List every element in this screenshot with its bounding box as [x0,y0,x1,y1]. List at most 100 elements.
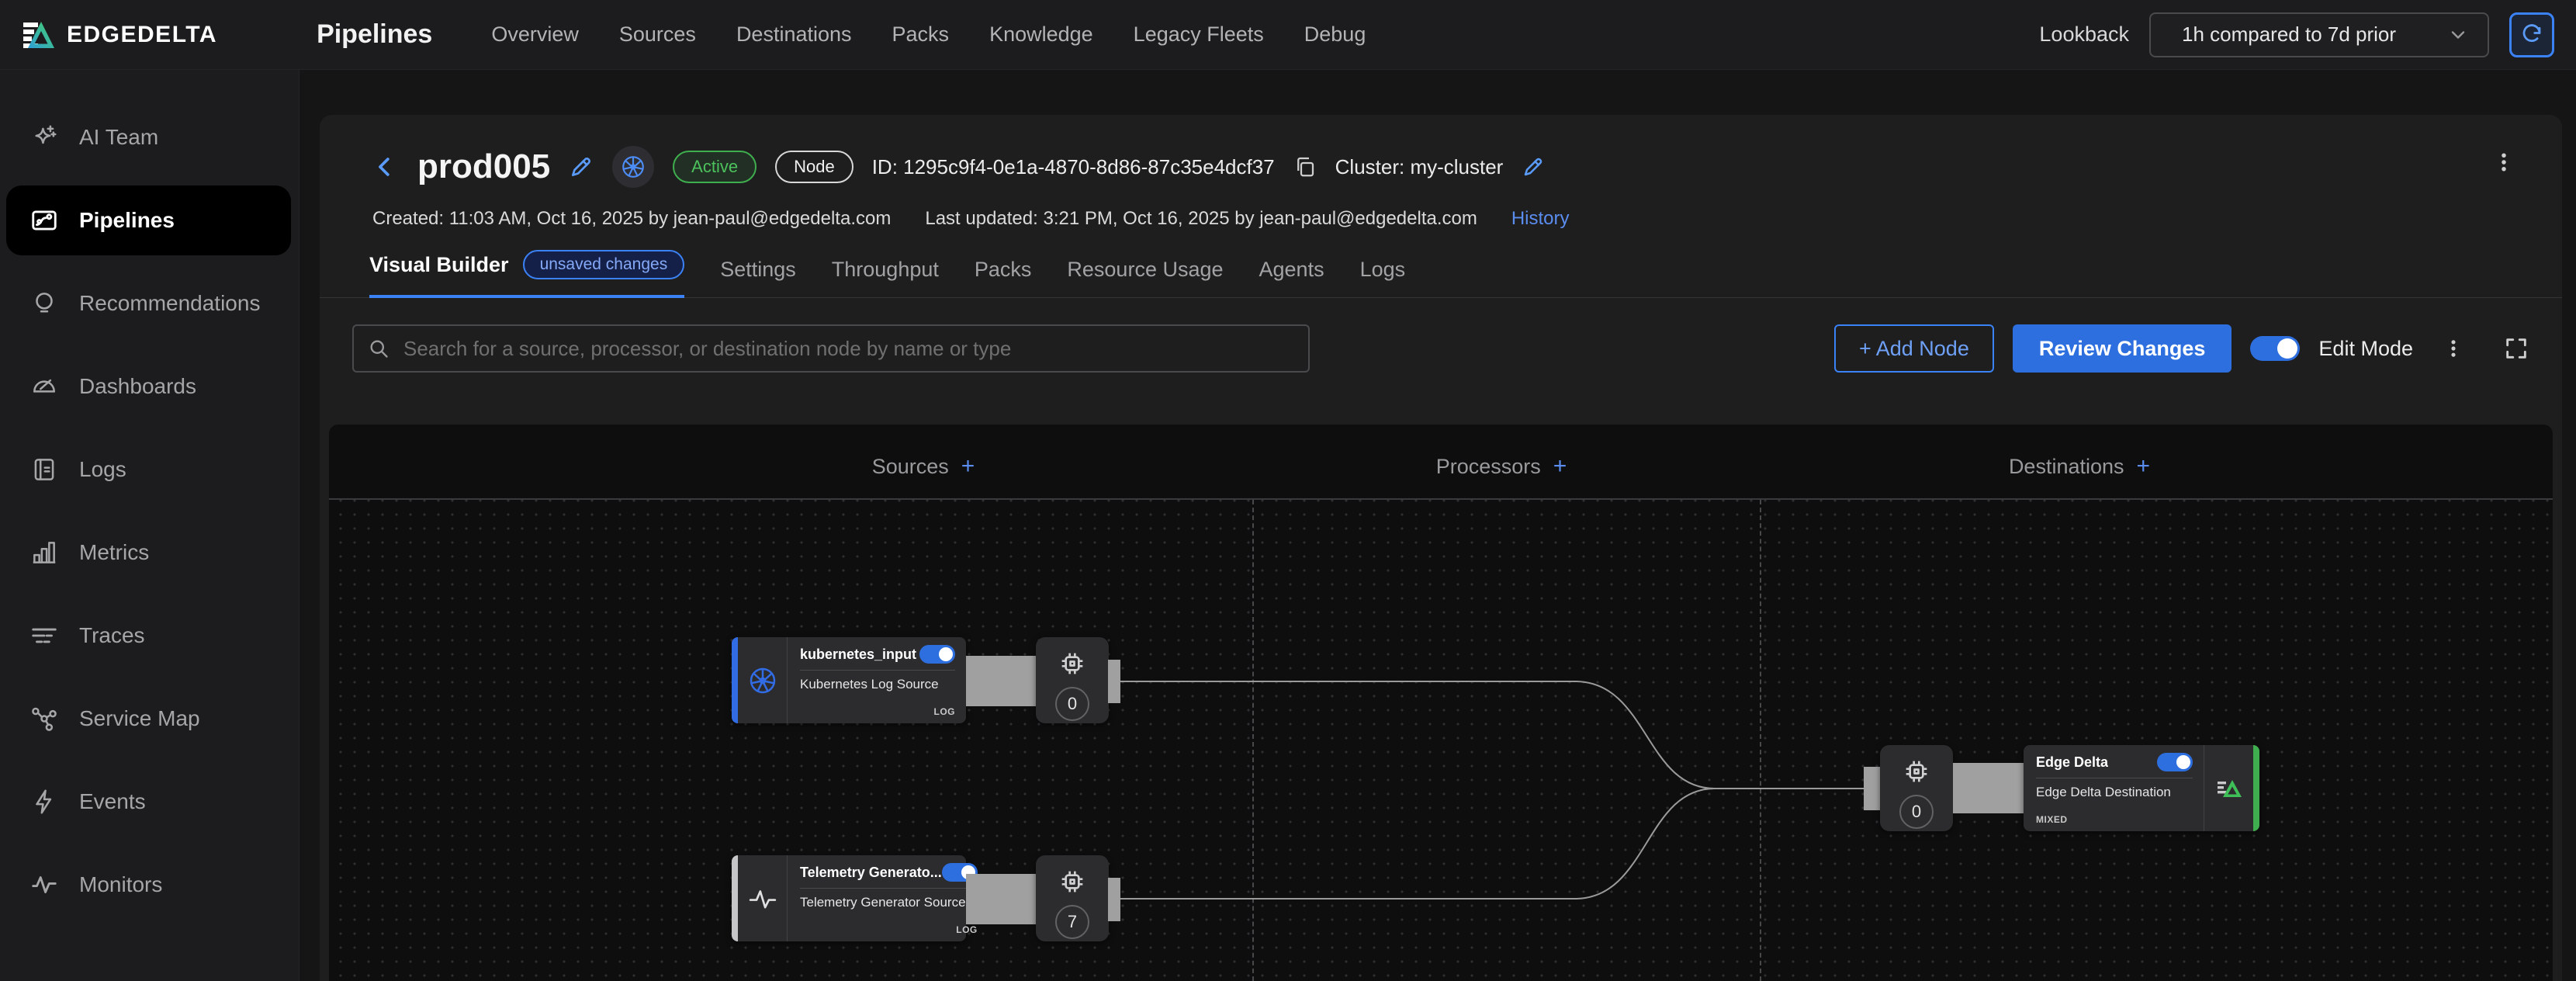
bar-chart-icon [29,538,59,567]
lightning-icon [29,787,59,816]
nav-sources[interactable]: Sources [619,23,696,47]
sidebar-item-service-map[interactable]: Service Map [6,684,291,754]
port-stub [1108,878,1120,921]
pipeline-canvas[interactable]: Sources + Processors + Destinations + [329,425,2553,981]
divider [800,670,955,671]
column-label: Processors [1436,455,1541,479]
column-label: Sources [872,455,949,479]
column-separator [1760,500,1761,981]
top-bar: EDGEDELTA Pipelines Overview Sources Des… [0,0,2576,70]
sidebar-item-label: AI Team [79,125,158,150]
connector-bar [966,874,1036,924]
sidebar-item-dashboards[interactable]: Dashboards [6,352,291,421]
sidebar-item-monitors[interactable]: Monitors [6,850,291,920]
source-node-telemetry[interactable]: Telemetry Generato... Telemetry Generato… [732,855,966,941]
sidebar-item-traces[interactable]: Traces [6,601,291,671]
column-label: Destinations [2009,455,2124,479]
back-button[interactable] [372,154,399,180]
node-title: Telemetry Generato... [800,865,942,881]
status-badge: Active [673,151,757,183]
tab-bar: Visual Builder unsaved changes Settings … [320,247,2562,298]
add-processor-button[interactable]: + [1553,453,1567,480]
page-title: Pipelines [317,19,432,50]
edit-cluster-button[interactable] [1522,155,1545,179]
search-icon [368,338,390,359]
port-stub [1864,767,1880,810]
sparkle-icon [29,123,59,152]
chevron-down-icon [2447,24,2469,46]
node-type: Kubernetes Log Source [800,677,955,692]
pipeline-title: prod005 [417,147,550,186]
sidebar-item-label: Dashboards [79,374,196,399]
add-node-button[interactable]: + Add Node [1834,324,1994,373]
column-separator [1252,500,1254,981]
kubernetes-icon [738,637,788,723]
destination-accent [2253,745,2259,831]
fullscreen-icon[interactable] [2503,335,2529,362]
sidebar-item-label: Monitors [79,872,162,897]
edit-title-button[interactable] [569,154,594,179]
nav-overview[interactable]: Overview [491,23,579,47]
destinations-column-header: Destinations + [2009,451,2150,482]
sidebar-item-pipelines[interactable]: Pipelines [6,185,291,255]
telemetry-waveform-icon [738,855,788,941]
edgedelta-logo-icon [22,18,56,52]
traces-icon [29,621,59,650]
toolbar-more-menu[interactable] [2443,336,2464,361]
tab-packs[interactable]: Packs [975,258,1032,297]
tab-resource-usage[interactable]: Resource Usage [1067,258,1223,297]
sidebar-item-recommendations[interactable]: Recommendations [6,269,291,338]
refresh-button[interactable] [2509,12,2554,57]
nav-packs[interactable]: Packs [892,23,950,47]
node-title: Edge Delta [2036,754,2108,771]
node-type: Edge Delta Destination [2036,785,2193,800]
nav-destinations[interactable]: Destinations [736,23,852,47]
node-enabled-toggle[interactable] [919,645,955,664]
edit-mode-label: Edit Mode [2318,337,2413,361]
node-type: Telemetry Generator Source [800,895,978,910]
edgedelta-logo-icon [2204,745,2253,831]
brand-logo[interactable]: EDGEDELTA [22,18,217,52]
add-source-button[interactable]: + [961,453,975,480]
destination-node-edgedelta[interactable]: Edge Delta Edge Delta Destination MIXED [2024,745,2259,831]
port-stub [1108,660,1120,703]
tab-throughput[interactable]: Throughput [832,258,939,297]
processors-column-header: Processors + [1436,451,1567,482]
add-destination-button[interactable]: + [2137,453,2151,480]
lookback-select[interactable]: 1h compared to 7d prior [2149,12,2489,57]
sidebar-item-ai-team[interactable]: AI Team [6,102,291,172]
divider [800,888,978,889]
history-link[interactable]: History [1511,208,1570,230]
lightbulb-icon [29,289,59,318]
sidebar-item-metrics[interactable]: Metrics [6,518,291,588]
sources-column-header: Sources + [872,451,975,482]
sidebar-item-label: Service Map [79,706,200,731]
tab-logs[interactable]: Logs [1360,258,1406,297]
node-enabled-toggle[interactable] [2157,753,2193,771]
processor-node-telemetry[interactable]: 7 [1036,855,1109,941]
source-node-kubernetes[interactable]: kubernetes_input Kubernetes Log Source L… [732,637,966,723]
nav-debug[interactable]: Debug [1304,23,1366,47]
processor-node-kubernetes[interactable]: 0 [1036,637,1109,723]
created-text: Created: 11:03 AM, Oct 16, 2025 by jean-… [372,208,891,230]
edit-mode-toggle[interactable] [2250,336,2300,361]
processor-node-destination[interactable]: 0 [1880,745,1953,831]
nav-knowledge[interactable]: Knowledge [989,23,1093,47]
sidebar-item-events[interactable]: Events [6,767,291,837]
review-changes-button[interactable]: Review Changes [2013,324,2232,373]
sidebar-item-label: Recommendations [79,291,260,316]
tab-settings[interactable]: Settings [720,258,796,297]
tab-agents[interactable]: Agents [1259,258,1324,297]
pipelines-icon [29,206,59,235]
brand-text: EDGEDELTA [67,22,217,48]
node-search-input[interactable] [352,324,1310,373]
header-more-menu[interactable] [2492,149,2515,175]
copy-id-button[interactable] [1293,155,1317,179]
tab-visual-builder[interactable]: Visual Builder unsaved changes [369,250,684,298]
gauge-icon [29,372,59,401]
sidebar-item-label: Logs [79,457,126,482]
chip-icon [1901,756,1932,787]
sidebar-item-label: Metrics [79,540,149,565]
nav-legacy-fleets[interactable]: Legacy Fleets [1134,23,1264,47]
sidebar-item-logs[interactable]: Logs [6,435,291,504]
